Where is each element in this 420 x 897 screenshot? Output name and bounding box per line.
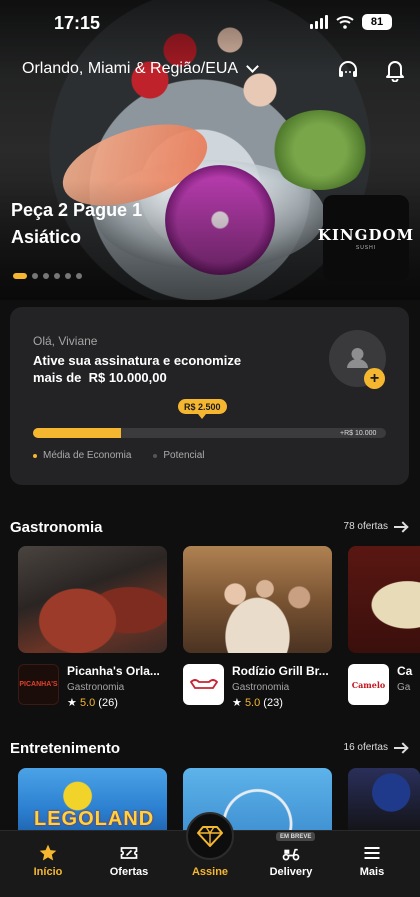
- offer-rating: ★ 5.0 (26): [67, 697, 118, 709]
- star-icon: [39, 844, 57, 861]
- offer-name: Ca: [397, 664, 413, 678]
- star-icon: ★: [232, 697, 242, 709]
- gastronomia-see-all[interactable]: 78 ofertas: [344, 521, 408, 532]
- menu-icon: [364, 847, 380, 859]
- diamond-icon: [197, 826, 223, 847]
- offer-category: Gastronomia: [67, 682, 125, 693]
- assine-diamond-button[interactable]: [186, 812, 234, 860]
- avatar[interactable]: +: [329, 330, 386, 389]
- offer-logo: PICANHA'S: [18, 664, 59, 705]
- headset-icon: [339, 61, 357, 77]
- offer-photo-restaurant: [183, 546, 332, 653]
- signal-icon: [310, 15, 328, 29]
- ticket-icon: [120, 847, 138, 859]
- location-label: Orlando, Miami & Região/EUA: [22, 60, 239, 77]
- legend-average: Média de Economia: [33, 450, 131, 461]
- carousel-dot[interactable]: [43, 273, 49, 279]
- entretenimento-see-all[interactable]: 16 ofertas: [344, 742, 408, 753]
- offer-rating: ★ 5.0 (23): [232, 697, 283, 709]
- savings-legend: Média de Economia Potencial: [33, 450, 205, 461]
- scooter-icon: [282, 848, 300, 861]
- offer-card[interactable]: PICANHA'S Picanha's Orla... Gastronomia …: [18, 546, 167, 709]
- bull-logo-icon: [189, 678, 218, 689]
- savings-progress-fill: [33, 428, 122, 438]
- carousel-dot[interactable]: [65, 273, 71, 279]
- tab-inicio[interactable]: Início: [6, 831, 90, 897]
- chevron-down-icon: [246, 60, 259, 73]
- promo-title: Peça 2 Pague 1 Asiático: [11, 200, 143, 247]
- savings-progress-bar: [33, 428, 386, 438]
- brand-logo-word: KINGDOM: [317, 225, 415, 244]
- notifications-button[interactable]: [384, 58, 410, 84]
- location-selector[interactable]: Orlando, Miami & Região/EUA: [22, 60, 259, 78]
- offer-category: Ga: [397, 682, 411, 693]
- offer-card[interactable]: Rodízio Grill Br... Gastronomia ★ 5.0 (2…: [183, 546, 332, 709]
- carousel-dot[interactable]: [54, 273, 60, 279]
- tab-ofertas[interactable]: Ofertas: [87, 831, 171, 897]
- carousel-dot[interactable]: [76, 273, 82, 279]
- status-time: 17:15: [54, 13, 101, 33]
- savings-max-label: +R$ 10.000: [340, 430, 377, 437]
- arrow-right-icon: [394, 743, 408, 753]
- brand-logo-sub: SUSHI: [355, 244, 377, 251]
- subscription-message: Ative sua assinatura e economize mais de…: [33, 353, 242, 385]
- header-bar: Orlando, Miami & Região/EUA: [22, 58, 404, 84]
- offer-card[interactable]: Camelo Ca Ga: [348, 546, 420, 716]
- coming-soon-badge: EM BREVE: [276, 832, 316, 841]
- status-bar: 17:15 81: [0, 0, 420, 46]
- star-icon: ★: [67, 697, 77, 709]
- offer-category: Gastronomia: [232, 682, 290, 693]
- support-button[interactable]: [336, 58, 362, 84]
- offer-logo: Camelo: [348, 664, 389, 705]
- offer-name: Rodízio Grill Br...: [232, 664, 329, 678]
- status-icons: 81: [310, 14, 392, 30]
- legend-potential: Potencial: [153, 450, 205, 461]
- offer-photo-grill: [18, 546, 167, 653]
- tab-mais[interactable]: Mais: [330, 831, 414, 897]
- entertainment-card[interactable]: LEGOLAND: [18, 768, 167, 838]
- offer-photo-food: [348, 546, 420, 653]
- entertainment-card-label: LEGOLAND: [34, 808, 155, 830]
- arrow-right-icon: [394, 522, 408, 532]
- savings-amount: R$ 10.000,00: [88, 370, 167, 385]
- gastronomia-section-title: Gastronomia: [10, 519, 103, 536]
- promo-brand-logo[interactable]: KINGDOM SUSHI: [318, 195, 413, 281]
- subscription-card[interactable]: Olá, Viviane Ative sua assinatura e econ…: [10, 307, 409, 485]
- battery-icon: 81: [362, 14, 392, 30]
- entertainment-card[interactable]: [348, 768, 420, 838]
- greeting: Olá, Viviane: [33, 334, 98, 348]
- offer-name: Picanha's Orla...: [67, 664, 160, 678]
- bell-icon: [386, 61, 404, 83]
- offer-logo: [183, 664, 224, 705]
- carousel-dot[interactable]: [13, 273, 27, 279]
- add-photo-button[interactable]: +: [364, 368, 385, 389]
- carousel-dots: [13, 273, 82, 279]
- carousel-dot[interactable]: [32, 273, 38, 279]
- savings-current-bubble: R$ 2.500: [178, 399, 227, 419]
- wifi-icon: [336, 16, 354, 29]
- entretenimento-section-title: Entretenimento: [10, 740, 121, 757]
